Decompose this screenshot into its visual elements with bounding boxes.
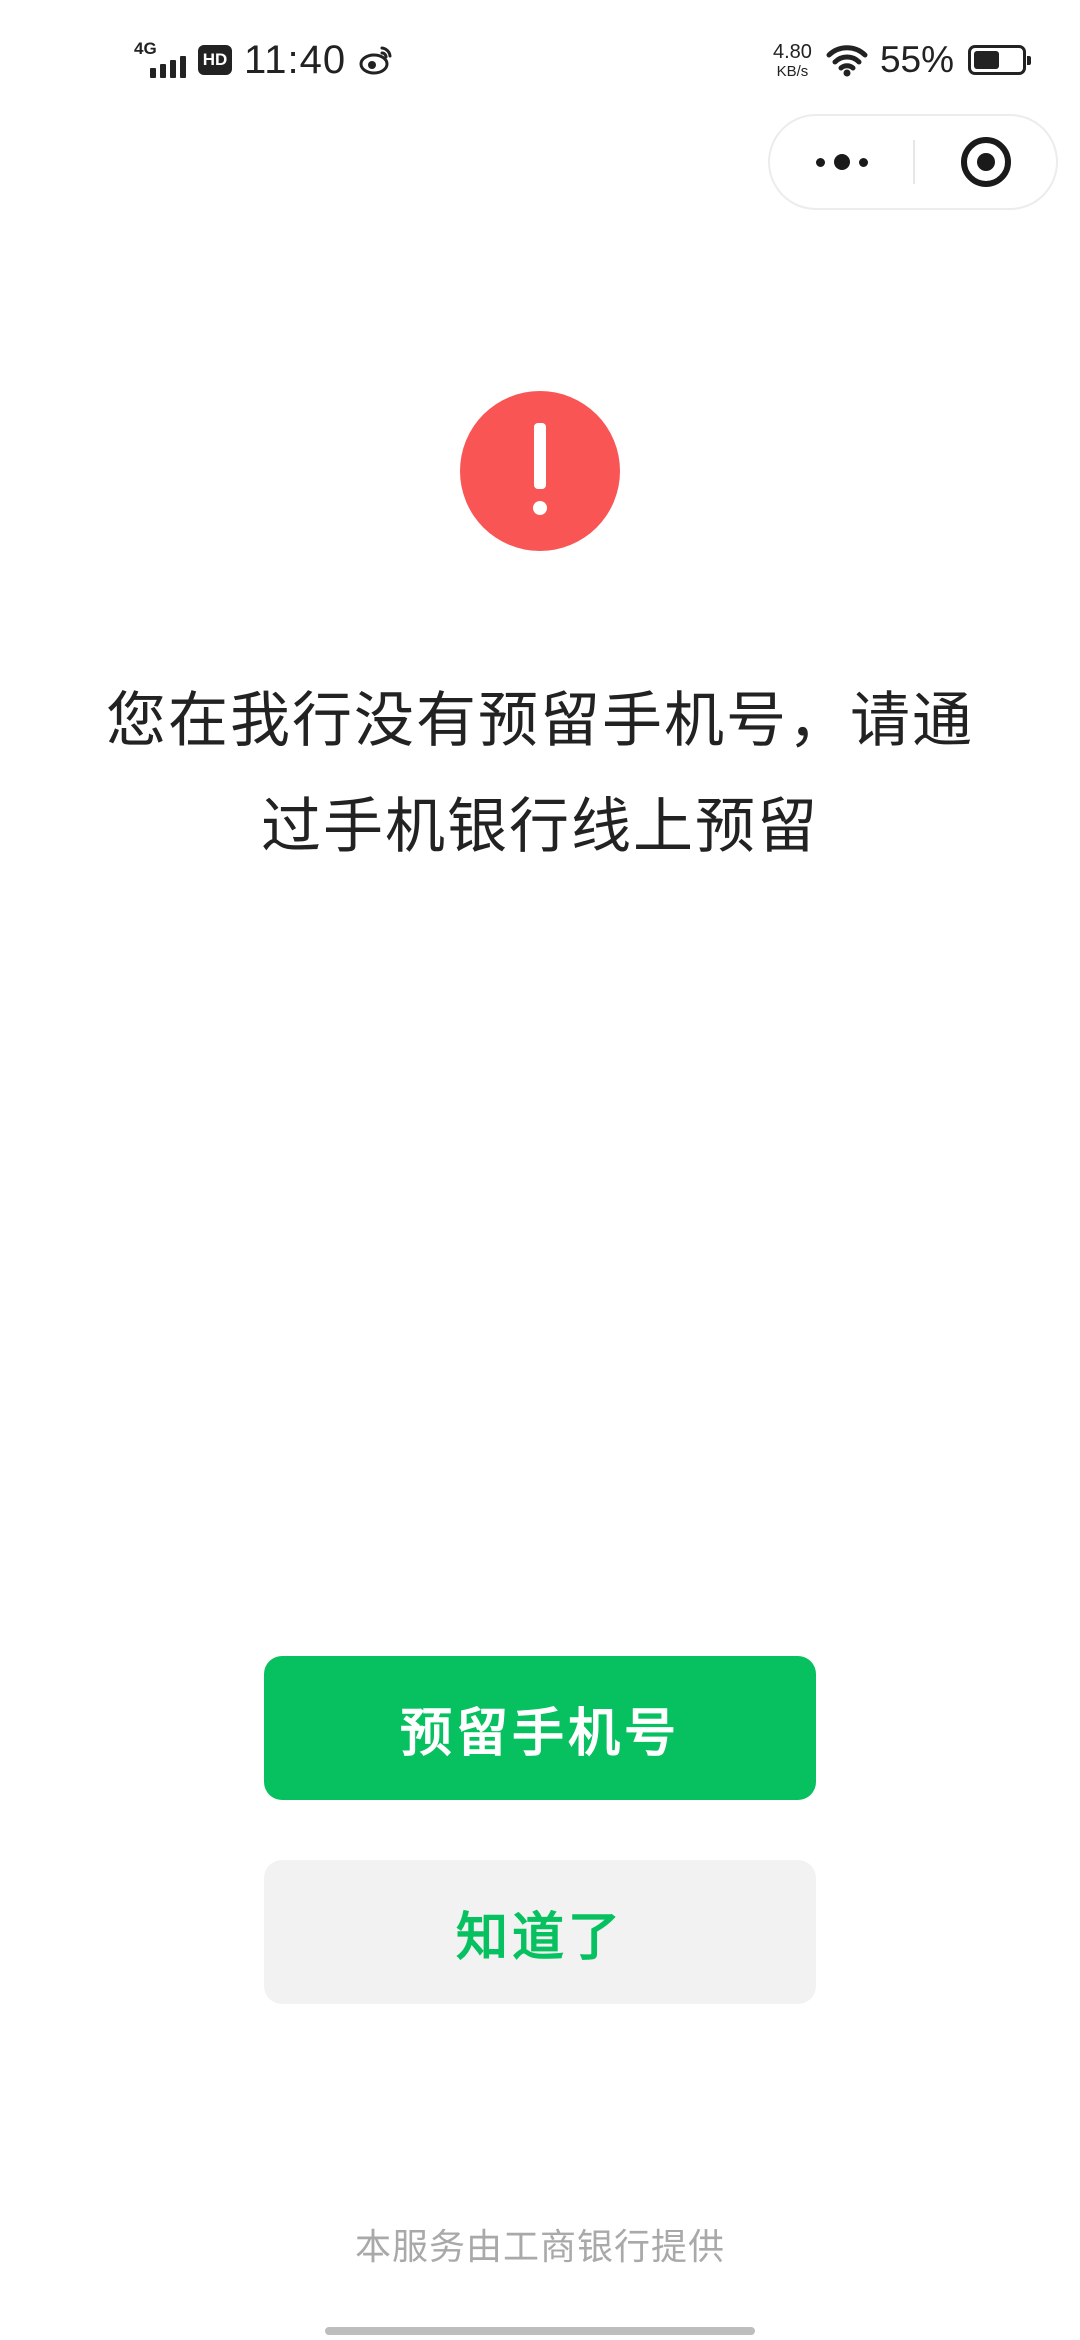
target-close-icon bbox=[960, 137, 1011, 187]
status-bar-left: 4G HD 11:40 bbox=[134, 34, 394, 86]
reserve-phone-button[interactable]: 预留手机号 bbox=[264, 1656, 816, 1800]
signal-bars-icon: 4G bbox=[134, 38, 190, 82]
battery-level bbox=[974, 51, 999, 69]
alert-message: 您在我行没有预留手机号，请通 过手机银行线上预留 bbox=[60, 668, 1020, 880]
status-bar-right: 4.80 KB/s 55% bbox=[773, 34, 1031, 86]
more-button[interactable] bbox=[770, 116, 913, 208]
home-indicator[interactable] bbox=[325, 2327, 755, 2335]
miniprogram-capsule bbox=[768, 114, 1058, 210]
close-miniprogram-button[interactable] bbox=[915, 116, 1056, 208]
network-speed-unit: KB/s bbox=[776, 62, 809, 80]
alert-message-line-2: 过手机银行线上预留 bbox=[261, 792, 819, 862]
provider-footer: 本服务由工商银行提供 bbox=[354, 2227, 725, 2268]
status-bar: 4G HD 11:40 4.80 KB/s 55% bbox=[0, 0, 1080, 120]
exclamation-icon bbox=[460, 391, 620, 551]
battery-icon bbox=[968, 45, 1031, 75]
network-speed-value: 4.80 bbox=[773, 40, 812, 63]
more-dots-icon bbox=[815, 154, 868, 170]
battery-percent: 55% bbox=[879, 39, 954, 80]
network-type-label: 4G bbox=[134, 39, 157, 58]
weibo-icon bbox=[359, 46, 392, 75]
status-time: 11:40 bbox=[244, 37, 347, 82]
network-speed: 4.80 KB/s bbox=[773, 42, 812, 79]
wifi-icon bbox=[826, 45, 868, 77]
acknowledge-button[interactable]: 知道了 bbox=[264, 1860, 816, 2004]
hd-badge: HD bbox=[198, 45, 232, 75]
alert-message-line-1: 您在我行没有预留手机号，请通 bbox=[106, 686, 974, 756]
